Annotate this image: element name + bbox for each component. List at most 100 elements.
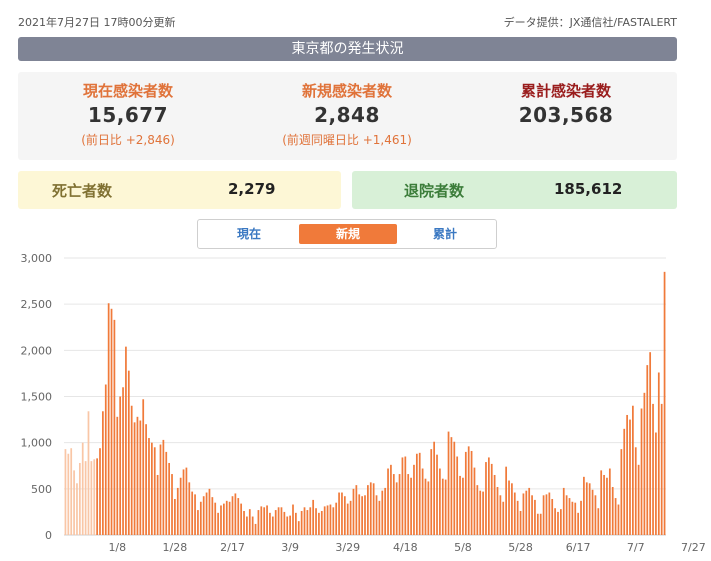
bar bbox=[623, 428, 626, 535]
bar bbox=[387, 468, 389, 535]
bar bbox=[127, 370, 130, 535]
bar bbox=[102, 411, 104, 535]
bar bbox=[223, 503, 225, 535]
bar bbox=[473, 467, 476, 535]
daily-cases-chart: 0 500 1,000 1,500 2,000 2,500 3,000 1/8 1/28 2/1… bbox=[21, 252, 706, 554]
bar bbox=[251, 516, 254, 535]
bar bbox=[326, 505, 329, 535]
bar bbox=[168, 462, 170, 535]
bar bbox=[176, 487, 179, 535]
bar bbox=[323, 506, 326, 535]
stats-panel: 現在感染者数 15,677 (前日比 +2,846) 新規感染者数 2,848 … bbox=[18, 72, 677, 160]
chart-bars bbox=[64, 271, 666, 535]
bar bbox=[652, 403, 654, 535]
bar bbox=[306, 510, 309, 535]
bar bbox=[583, 476, 585, 535]
deaths-panel: 死亡者数 2,279 bbox=[18, 171, 341, 209]
bar bbox=[634, 447, 637, 535]
bar bbox=[571, 501, 574, 535]
bar bbox=[199, 501, 202, 535]
data-source: データ提供：JX通信社/FASTALERT bbox=[503, 16, 677, 29]
bar bbox=[254, 523, 257, 535]
bar bbox=[295, 512, 297, 535]
bar bbox=[81, 442, 84, 535]
bar bbox=[401, 457, 404, 535]
bar bbox=[90, 461, 93, 535]
x-tick-label: 7/27 bbox=[681, 541, 706, 554]
bar bbox=[243, 510, 245, 535]
bar bbox=[640, 408, 643, 535]
bar bbox=[171, 474, 173, 535]
bar bbox=[660, 403, 663, 535]
bar bbox=[277, 507, 280, 535]
bar bbox=[482, 491, 484, 535]
bar bbox=[464, 451, 467, 535]
bar bbox=[542, 495, 545, 535]
x-tick-label: 6/17 bbox=[566, 541, 591, 554]
bar bbox=[174, 498, 176, 535]
bar bbox=[655, 432, 657, 535]
x-tick-label: 5/8 bbox=[454, 541, 472, 554]
bar bbox=[162, 439, 165, 535]
bar bbox=[78, 462, 81, 535]
x-tick-label: 7/7 bbox=[627, 541, 645, 554]
y-tick-label: 0 bbox=[45, 529, 52, 542]
bar bbox=[125, 346, 127, 535]
bar bbox=[632, 405, 634, 535]
page-title: 東京都の発生状況 bbox=[18, 37, 677, 61]
bar bbox=[263, 507, 266, 535]
bar bbox=[367, 485, 369, 535]
bar bbox=[136, 416, 139, 535]
x-tick-label: 2/17 bbox=[220, 541, 245, 554]
tab-new[interactable]: 新規 bbox=[299, 224, 397, 244]
bar bbox=[194, 494, 196, 535]
bar bbox=[343, 496, 346, 535]
bar bbox=[303, 507, 306, 535]
bar bbox=[156, 474, 159, 535]
bar bbox=[191, 491, 194, 535]
bar bbox=[104, 384, 107, 535]
chart-x-axis: 1/8 1/28 2/17 3/9 3/29 4/18 5/8 5/28 6/17 7/7 7/27 bbox=[108, 541, 705, 554]
tab-total[interactable]: 累計 bbox=[396, 224, 494, 244]
bar bbox=[456, 456, 459, 535]
bar bbox=[430, 449, 433, 535]
bar bbox=[107, 303, 110, 535]
bar bbox=[150, 442, 153, 535]
stat-total-value: 203,568 bbox=[518, 103, 614, 127]
bar bbox=[611, 486, 614, 535]
bar bbox=[568, 498, 571, 535]
bar bbox=[413, 464, 415, 535]
bar bbox=[217, 512, 219, 535]
bar bbox=[427, 481, 430, 535]
bar bbox=[545, 494, 548, 535]
bar bbox=[231, 496, 234, 535]
bar bbox=[240, 503, 243, 535]
bar bbox=[309, 507, 312, 535]
bar bbox=[145, 424, 147, 535]
bar bbox=[84, 461, 87, 535]
bar bbox=[320, 510, 323, 535]
bar bbox=[470, 450, 473, 535]
bar bbox=[467, 446, 470, 535]
bar bbox=[591, 489, 594, 535]
x-tick-label: 4/18 bbox=[393, 541, 418, 554]
bar bbox=[447, 431, 450, 535]
bar bbox=[165, 451, 168, 535]
bar bbox=[462, 477, 464, 535]
bar bbox=[536, 513, 539, 535]
bar bbox=[148, 438, 150, 535]
bar bbox=[502, 501, 505, 535]
stat-current-infections: 現在感染者数 15,677 (前日比 +2,846) bbox=[18, 80, 238, 148]
bar bbox=[485, 462, 487, 535]
x-tick-label: 3/9 bbox=[281, 541, 299, 554]
bar bbox=[67, 453, 70, 535]
bar bbox=[159, 444, 162, 535]
bar bbox=[531, 495, 533, 535]
bar bbox=[280, 507, 283, 535]
bar bbox=[133, 422, 136, 535]
bar bbox=[228, 501, 231, 535]
bar bbox=[205, 492, 208, 535]
tab-current[interactable]: 現在 bbox=[200, 224, 298, 244]
bar bbox=[548, 492, 551, 535]
stat-new-value: 2,848 bbox=[314, 103, 380, 127]
